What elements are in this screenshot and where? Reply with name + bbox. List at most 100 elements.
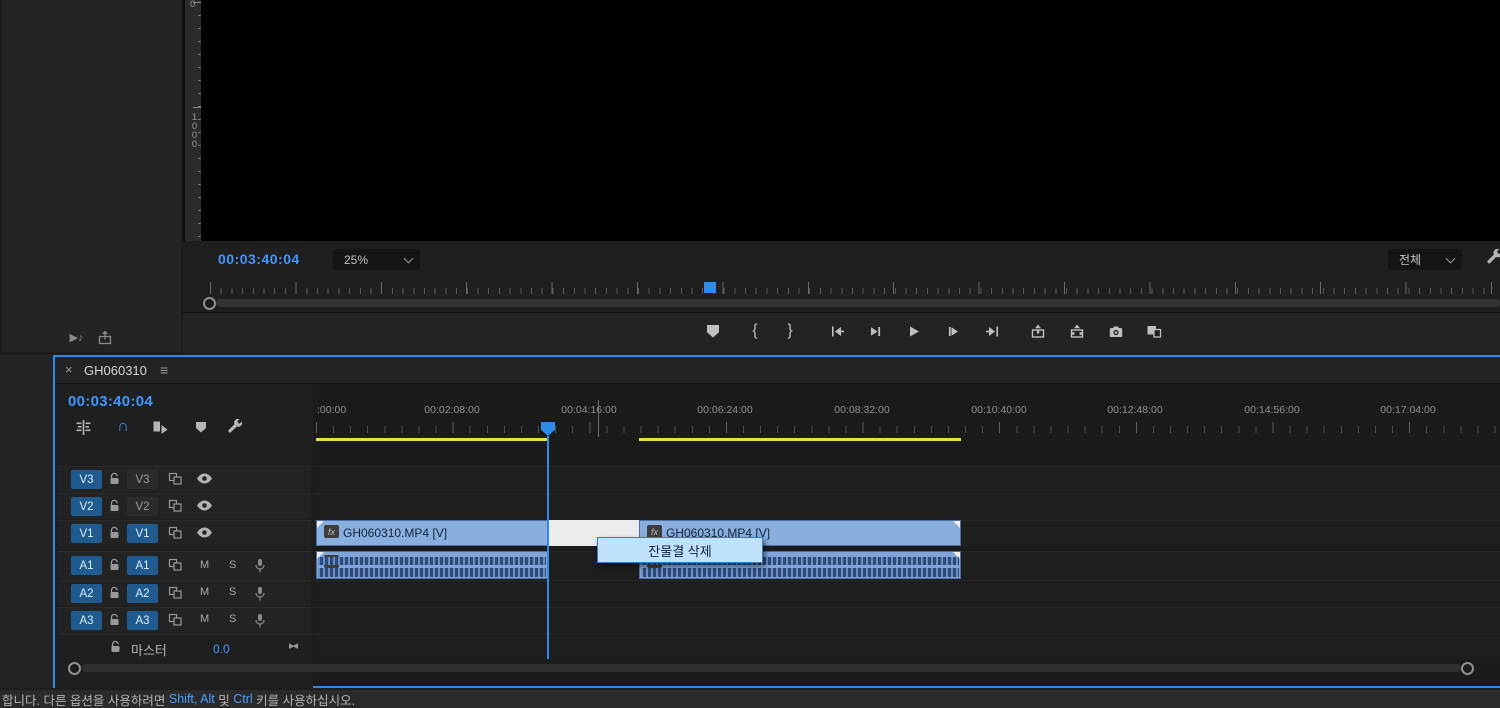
nest-toggle-icon[interactable] [74,418,92,436]
go-to-out-icon[interactable] [983,321,1001,341]
sync-lock-icon[interactable] [168,499,183,513]
voiceover-mic-icon[interactable] [254,586,266,602]
lock-icon[interactable] [108,526,121,540]
track-header-v3: V3 V3 [58,466,311,492]
eye-icon[interactable] [196,526,213,539]
lock-icon[interactable] [108,499,121,513]
eye-icon[interactable] [196,499,213,512]
comparison-view-icon[interactable] [1145,321,1163,341]
render-bar [639,438,961,441]
modifier-key-hint: Ctrl [233,692,253,706]
timeline-zoom-scrollbar[interactable] [82,664,1461,672]
mark-in-icon[interactable]: { [746,321,764,341]
add-marker-icon[interactable] [704,321,722,341]
track-target-button[interactable]: A3 [127,611,158,630]
playhead-line[interactable] [547,436,549,659]
track-lane-v3[interactable] [314,466,1500,493]
track-target-button[interactable]: A2 [127,584,158,603]
sync-lock-icon[interactable] [168,558,183,572]
source-patch-button[interactable]: A2 [71,584,102,603]
audio-waveform [318,557,546,565]
monitor-zoom-handle[interactable] [203,297,216,310]
track-header-master: 마스터 0.0 ▸◂ [58,634,311,659]
fit-icon[interactable]: ▸◂ [289,639,298,652]
voiceover-mic-icon[interactable] [254,613,266,629]
track-target-button[interactable]: V2 [127,497,158,516]
sync-lock-icon[interactable] [168,586,183,600]
mark-out-icon[interactable]: } [781,321,799,341]
mute-button[interactable]: M [200,586,209,598]
sync-lock-icon[interactable] [168,613,183,627]
sync-lock-icon[interactable] [168,472,183,486]
resolution-select[interactable]: 전체 [1388,249,1462,270]
status-bar: 합니다. 다른 옵션을 사용하려면 Shift, Alt 및 Ctrl 키를 사… [0,690,1500,708]
lock-icon[interactable] [108,613,121,627]
lock-icon[interactable] [108,586,121,600]
step-forward-icon[interactable] [944,321,962,341]
source-patch-button[interactable]: A1 [71,556,102,575]
step-back-icon[interactable] [867,321,885,341]
zoom-level-select[interactable]: 25% [333,249,420,270]
track-target-button[interactable]: V1 [127,524,158,543]
program-monitor-video[interactable] [201,0,1500,241]
lock-icon[interactable] [108,472,121,486]
export-icon[interactable] [97,330,113,345]
timeline-tab-bar: × GH060310 ≡ [55,357,1500,384]
lock-icon[interactable] [109,640,122,654]
go-to-in-icon[interactable] [829,321,847,341]
master-track-label: 마스터 [131,643,167,658]
mute-button[interactable]: M [200,559,209,571]
extract-icon[interactable] [1068,321,1086,341]
track-lane-v2[interactable] [314,493,1500,520]
ripple-delete-menu-item[interactable]: 잔물결 삭제 [597,537,763,563]
monitor-scrub-bar[interactable] [210,280,1492,296]
sync-lock-icon[interactable] [168,526,183,540]
timeline-timecode[interactable]: 00:03:40:04 [68,393,153,410]
monitor-vertical-ruler: 0 1000 [183,0,203,241]
timeline-settings-wrench-icon[interactable] [226,418,244,436]
source-patch-button[interactable]: V1 [71,524,102,543]
video-clip-1[interactable]: fx GH060310.MP4 [V] [316,520,548,546]
track-lane-master[interactable] [314,634,1500,660]
audio-waveform [318,568,546,577]
sequence-tab[interactable]: GH060310 [84,363,147,378]
monitor-playhead[interactable] [704,282,716,293]
voiceover-mic-icon[interactable] [254,558,266,574]
transport-bar: { } [183,312,1500,353]
track-lane-a3[interactable] [314,607,1500,634]
timeline-zoom-handle-left[interactable] [68,662,81,675]
linked-selection-icon[interactable] [151,418,169,436]
audio-clip-1[interactable]: fx [316,551,548,579]
snap-magnet-icon[interactable]: ∩ [114,418,132,436]
track-target-button[interactable]: V3 [127,470,158,489]
panel-menu-icon[interactable]: ≡ [160,362,168,378]
solo-button[interactable]: S [229,586,236,598]
timeline-ruler[interactable]: :00:00 00:02:08:00 00:04:16:00 00:06:24:… [314,387,1500,439]
add-marker-icon[interactable] [192,418,210,436]
close-icon[interactable]: × [65,362,73,377]
track-target-button[interactable]: A1 [127,556,158,575]
solo-button[interactable]: S [229,559,236,571]
ruler-marker-line [598,400,599,437]
master-gain-value[interactable]: 0.0 [213,642,230,656]
track-lane-a2[interactable] [314,580,1500,607]
export-frame-camera-icon[interactable] [1107,321,1125,341]
source-patch-button[interactable]: V3 [71,470,102,489]
premiere-pro-window: ▶♪ 0 1000 00:03:40:04 25% 전체 {} × GH060… [0,0,1500,708]
mute-button[interactable]: M [200,613,209,625]
ruler-label-1000: 1000 [189,112,200,148]
source-patch-button[interactable]: A3 [71,611,102,630]
lock-icon[interactable] [108,558,121,572]
timeline-zoom-handle-right[interactable] [1461,662,1474,675]
monitor-zoom-scrollbar[interactable] [216,299,1500,307]
modifier-key-hint: Shift, Alt [168,692,215,706]
solo-button[interactable]: S [229,613,236,625]
eye-icon[interactable] [196,472,213,485]
play-icon[interactable] [905,321,923,341]
monitor-timecode[interactable]: 00:03:40:04 [218,251,300,267]
track-header-a1: A1 A1 M S [58,551,311,579]
source-patch-button[interactable]: V2 [71,497,102,516]
play-audio-icon[interactable]: ▶♪ [70,331,84,344]
monitor-settings-wrench-icon[interactable] [1486,249,1500,267]
lift-icon[interactable] [1029,321,1047,341]
